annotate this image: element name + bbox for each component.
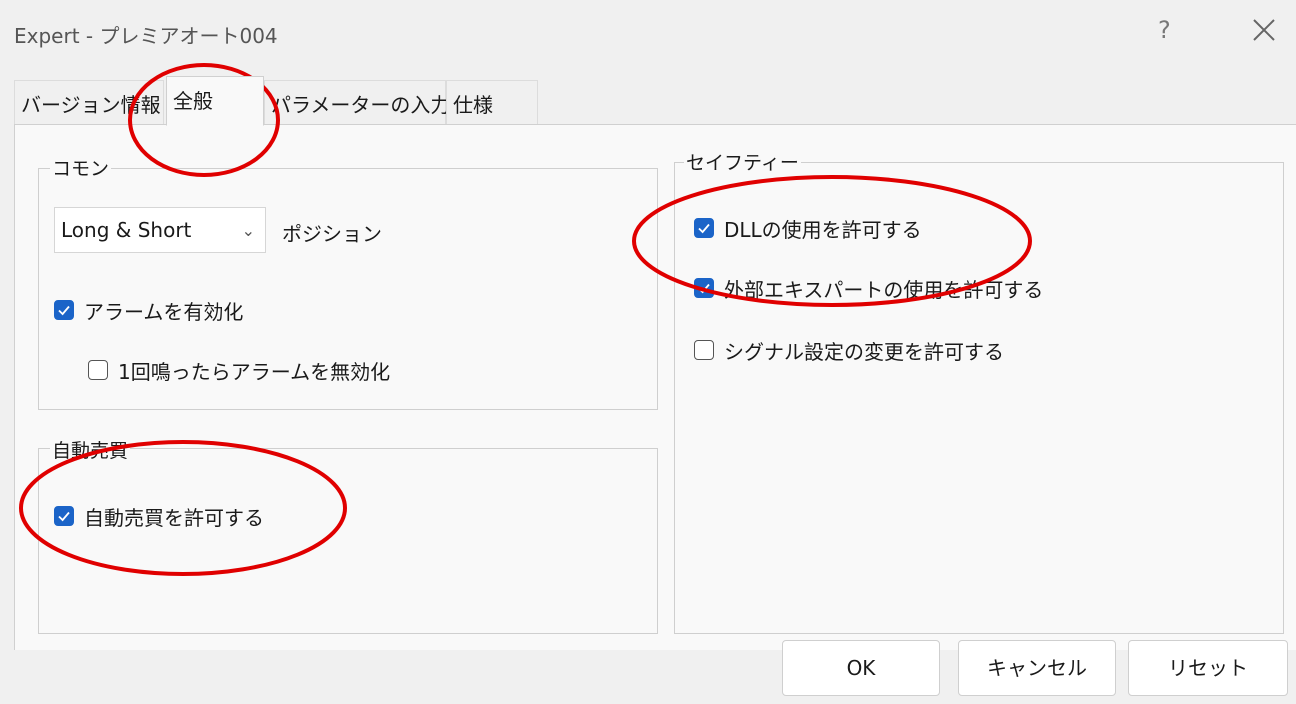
- allow-auto-trading-checkbox[interactable]: [54, 506, 74, 526]
- tab-spec[interactable]: 仕様: [446, 80, 538, 124]
- allow-auto-trading-label: 自動売買を許可する: [84, 506, 264, 530]
- reset-button[interactable]: リセット: [1128, 640, 1288, 696]
- enable-alarm-label: アラームを有効化: [84, 300, 244, 324]
- position-select[interactable]: Long & Short ⌄: [54, 207, 266, 253]
- position-select-value: Long & Short: [61, 218, 192, 242]
- tab-general[interactable]: 全般: [166, 76, 264, 126]
- allow-dll-checkbox[interactable]: [694, 218, 714, 238]
- allow-external-experts-checkbox[interactable]: [694, 278, 714, 298]
- check-icon: [698, 283, 710, 294]
- check-icon: [58, 511, 70, 522]
- common-group-title: コモン: [50, 154, 112, 181]
- ok-button[interactable]: OK: [782, 640, 940, 696]
- allow-signal-change-checkbox[interactable]: [694, 340, 714, 360]
- check-icon: [698, 223, 710, 234]
- tab-parameter-input[interactable]: パラメーターの入力: [264, 80, 450, 124]
- allow-dll-label: DLLの使用を許可する: [724, 218, 922, 242]
- chevron-down-icon: ⌄: [241, 221, 255, 240]
- title-bar: Expert - プレミアオート004 ?: [0, 0, 1296, 70]
- disable-after-once-checkbox[interactable]: [88, 360, 108, 380]
- safety-group-title: セイフティー: [684, 148, 801, 175]
- help-button[interactable]: ?: [1158, 16, 1171, 44]
- close-button[interactable]: [1248, 14, 1280, 50]
- enable-alarm-checkbox[interactable]: [54, 300, 74, 320]
- close-icon: [1253, 19, 1275, 41]
- position-label: ポジション: [282, 222, 382, 246]
- tab-version-info[interactable]: バージョン情報: [14, 80, 164, 124]
- auto-trading-group: [38, 448, 658, 634]
- check-icon: [58, 305, 70, 316]
- disable-after-once-label: 1回鳴ったらアラームを無効化: [118, 360, 391, 384]
- auto-trading-group-title: 自動売買: [50, 436, 131, 463]
- allow-external-experts-label: 外部エキスパートの使用を許可する: [724, 278, 1044, 302]
- cancel-button[interactable]: キャンセル: [958, 640, 1116, 696]
- allow-signal-change-label: シグナル設定の変更を許可する: [724, 340, 1004, 364]
- window-title: Expert - プレミアオート004: [14, 24, 278, 48]
